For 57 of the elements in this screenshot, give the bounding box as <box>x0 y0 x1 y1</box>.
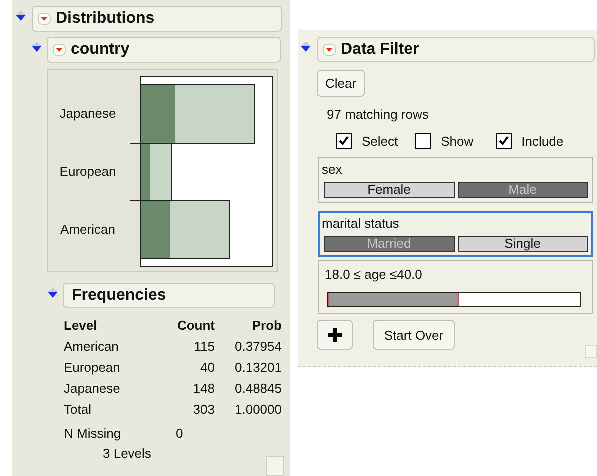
checkbox[interactable] <box>496 133 512 149</box>
axis-label: Japanese <box>58 105 118 123</box>
filter-value-button[interactable]: Single <box>458 236 588 252</box>
column-header: Prob <box>251 318 282 335</box>
section-header[interactable]: Frequencies <box>63 283 275 308</box>
start-over-button[interactable]: Start Over <box>373 320 455 350</box>
range-slider[interactable] <box>327 292 581 307</box>
table-cell-text: 40 <box>200 360 215 377</box>
missing-label: N Missing <box>64 426 122 441</box>
filter-name: marital status <box>322 216 400 232</box>
disclosure-icon[interactable] <box>32 42 42 52</box>
menu-icon[interactable] <box>323 44 336 56</box>
checkbox[interactable] <box>336 133 352 149</box>
table-cell-text: 148 <box>192 381 215 398</box>
range-label: 18.0 ≤ age ≤40.0 <box>325 267 424 282</box>
axis-label: European <box>58 163 118 181</box>
add-button[interactable] <box>317 320 353 350</box>
checkbox-label: Show <box>441 134 474 148</box>
menu-icon[interactable] <box>38 13 51 25</box>
table-cell-text: 0.48845 <box>234 381 282 398</box>
checkbox-label: Include <box>522 134 564 148</box>
disclosure-icon[interactable] <box>301 42 311 52</box>
axis-label: American <box>60 220 116 238</box>
table-cell-text: 303 <box>192 402 215 419</box>
tick-mark <box>130 143 142 144</box>
header-title: Frequencies <box>72 286 166 304</box>
resize-handle[interactable] <box>585 345 597 358</box>
filter-value-button[interactable]: Female <box>324 182 454 198</box>
missing-value: 0 <box>176 426 184 441</box>
checkbox-label: Select <box>362 134 398 148</box>
table-cell-text: 1.00000 <box>234 402 282 419</box>
clear-button[interactable]: Clear <box>317 70 365 97</box>
tick-mark <box>130 200 142 201</box>
menu-icon[interactable] <box>53 44 66 56</box>
table-cell-text: 0.37954 <box>234 339 282 356</box>
header-title: Distributions <box>56 10 155 28</box>
disclosure-icon[interactable] <box>16 11 26 21</box>
section-header[interactable]: country <box>47 37 281 63</box>
table-cell-text: Japanese <box>64 381 122 398</box>
section-header[interactable]: Distributions <box>32 6 282 32</box>
header-title: Data Filter <box>341 40 420 58</box>
column-header: Count <box>176 318 215 335</box>
column-header: Level <box>64 318 98 335</box>
filter-name: sex <box>322 162 344 178</box>
table-cell-text: 115 <box>193 339 215 356</box>
levels-count: 3 Levels <box>103 446 152 461</box>
checkbox[interactable] <box>415 133 432 149</box>
table-cell-text: American <box>64 339 120 356</box>
table-cell-text: European <box>64 360 122 377</box>
header-title: country <box>71 41 130 59</box>
disclosure-icon[interactable] <box>48 288 58 298</box>
table-cell-text: Total <box>64 402 92 419</box>
plus-icon <box>328 328 342 342</box>
matching-rows-text: 97 matching rows <box>327 107 430 122</box>
section-header[interactable]: Data Filter <box>317 37 595 62</box>
table-cell-text: 0.13201 <box>234 360 282 377</box>
resize-handle[interactable] <box>266 456 284 476</box>
